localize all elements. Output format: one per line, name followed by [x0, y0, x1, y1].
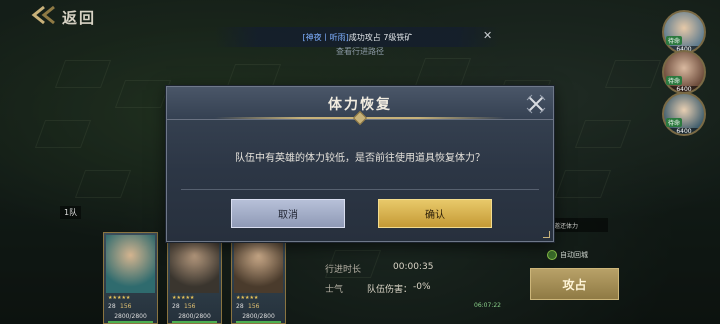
stamina-restore-dialog: 体力恢复 队伍中有英雄的体力较低，是否前往使用道具恢复体力？ 取消 确认	[166, 86, 554, 242]
hero-troops: 156	[120, 303, 132, 310]
morale-label: 士气	[325, 285, 344, 295]
notice-text: 成功攻占 7级铁矿	[348, 32, 413, 42]
battle-notice: [神夜丨听雨] 成功攻占 7级铁矿	[215, 27, 500, 47]
back-arrow-icon	[30, 4, 58, 30]
confirm-button[interactable]: 确认	[378, 199, 492, 228]
hero-hp: 2800/2800	[114, 313, 147, 320]
back-button[interactable]: 返回	[30, 4, 96, 30]
hero-avatar[interactable]: 6400	[662, 92, 706, 136]
hero-portrait	[106, 235, 155, 293]
hero-hp: 2800/2800	[242, 313, 275, 320]
hp-bar	[108, 321, 153, 323]
march-timer: 06:07:22	[474, 302, 501, 309]
view-route-link[interactable]: 查看行进路径	[300, 46, 420, 57]
attack-button[interactable]: 攻占	[530, 268, 619, 300]
star-icon: ★★★★★	[108, 295, 131, 301]
hero-status-badge: 待命	[665, 118, 682, 127]
march-duration-value: 00:00:35	[393, 262, 434, 272]
hero-card[interactable]: ★★★★★ 28 156 2800/2800	[103, 232, 158, 324]
hero-portrait	[170, 235, 219, 293]
hero-portrait	[234, 235, 283, 293]
close-icon	[526, 94, 546, 114]
hero-level: 28	[236, 303, 244, 310]
hero-hp: 2800/2800	[178, 313, 211, 320]
checkbox-icon	[547, 250, 557, 260]
notice-close-icon[interactable]: ✕	[483, 29, 492, 42]
back-label: 返回	[62, 8, 97, 27]
hp-bar	[172, 321, 217, 323]
hero-status-badge: 待命	[665, 36, 682, 45]
star-icon: ★★★★★	[172, 295, 195, 301]
hero-card[interactable]: ★★★★★ 28 156 2800/2800	[167, 232, 222, 324]
hero-level: 28	[172, 303, 180, 310]
close-button[interactable]	[525, 93, 547, 115]
corner-ornament	[543, 231, 550, 238]
cancel-button[interactable]: 取消	[231, 199, 345, 228]
dialog-message: 队伍中有英雄的体力较低，是否前往使用道具恢复体力？	[235, 153, 485, 164]
auto-return-toggle[interactable]: 自动回城	[547, 250, 588, 260]
hero-status-badge: 待命	[665, 76, 682, 85]
hero-avatar[interactable]: 6400	[662, 50, 706, 94]
hero-avatar[interactable]: 6400	[662, 10, 706, 54]
hero-level: 28	[108, 303, 116, 310]
team-label[interactable]: 1队	[60, 206, 82, 219]
hero-troops: 156	[248, 303, 260, 310]
hero-level: 6400	[664, 128, 704, 134]
notice-tag: [神夜丨听雨]	[302, 32, 349, 42]
auto-return-label: 自动回城	[560, 251, 588, 259]
hero-card[interactable]: ★★★★★ 28 156 2800/2800	[231, 232, 286, 324]
hp-bar	[236, 321, 281, 323]
damage-value: -0%	[413, 282, 431, 292]
star-icon: ★★★★★	[236, 295, 259, 301]
dialog-divider	[181, 189, 539, 190]
top-bar: 返回	[0, 0, 200, 30]
hero-troops: 156	[184, 303, 196, 310]
march-duration-label: 行进时长	[325, 265, 362, 275]
damage-label: 队伍伤害：	[367, 285, 413, 295]
